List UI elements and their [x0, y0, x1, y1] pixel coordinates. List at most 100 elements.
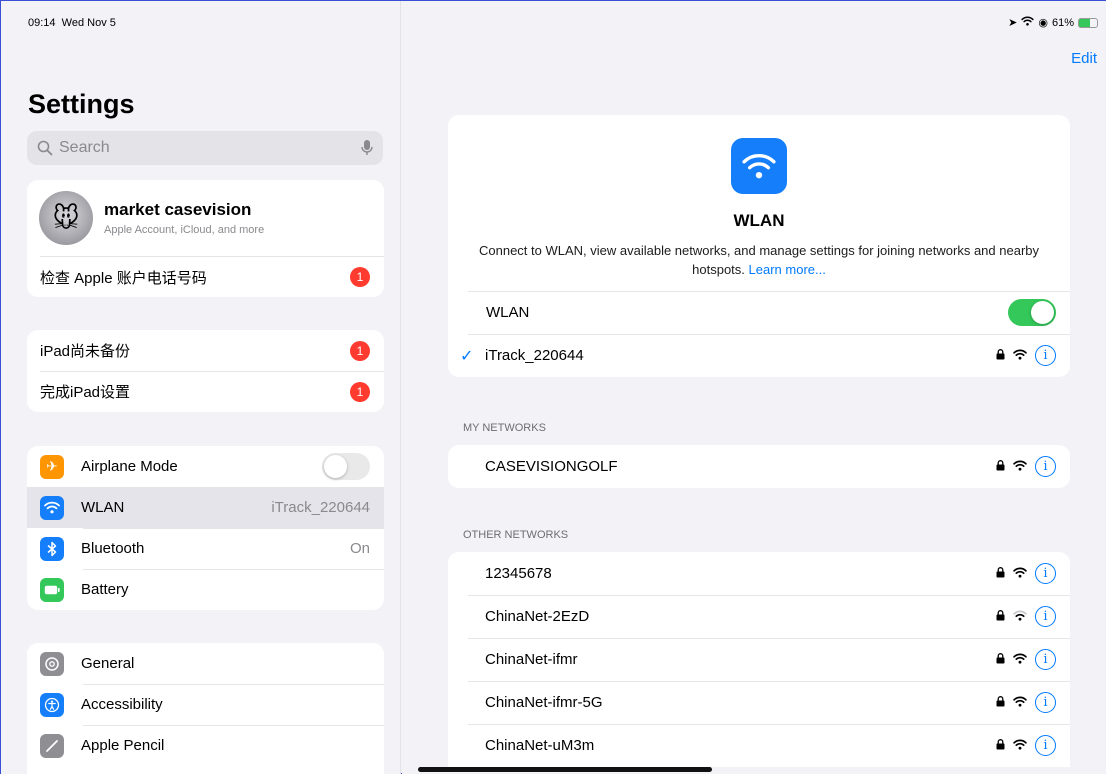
network-icons: i — [996, 692, 1056, 713]
account-name: market casevision — [104, 200, 252, 219]
pencil-icon — [40, 733, 64, 758]
sidebar: 09:14 Wed Nov 5 Settings Search 🐭 market… — [1, 1, 401, 774]
gear-icon — [40, 651, 64, 676]
lock-icon — [996, 737, 1005, 754]
info-icon[interactable]: i — [1035, 456, 1056, 477]
account-alert-row[interactable]: 检查 Apple 账户电话号码 1 — [40, 256, 384, 297]
wifi-signal-icon — [1013, 608, 1027, 625]
airplane-mode-toggle[interactable] — [322, 453, 370, 480]
wlan-hero-description: Connect to WLAN, view available networks… — [462, 241, 1056, 279]
account-alert-label: 检查 Apple 账户电话号码 — [40, 269, 207, 287]
lock-icon — [996, 347, 1005, 364]
alert-label: iPad尚未备份 — [40, 343, 131, 360]
network-name: ChinaNet-ifmr — [485, 651, 578, 668]
wifi-signal-icon — [1013, 565, 1027, 582]
network-icons: i — [996, 606, 1056, 627]
info-icon[interactable]: i — [1035, 649, 1056, 670]
lock-icon — [996, 608, 1005, 625]
connectivity-group: ✈ Airplane Mode WLAN iTrack_220644 Bluet… — [27, 446, 384, 610]
wlan-toggle-row: WLAN — [448, 291, 1070, 334]
network-icons: i — [996, 563, 1056, 584]
wlan-hero-title: WLAN — [733, 211, 785, 230]
connected-network-row[interactable]: ✓ iTrack_220644 i — [448, 334, 1070, 377]
wlan-hero-icon — [731, 138, 787, 194]
info-icon[interactable]: i — [1035, 606, 1056, 627]
lock-icon — [996, 651, 1005, 668]
alert-row-backup[interactable]: iPad尚未备份 1 — [27, 330, 384, 371]
wifi-signal-icon — [1013, 694, 1027, 711]
search-icon — [37, 140, 53, 156]
sidebar-item-value: On — [349, 540, 370, 557]
orientation-lock-icon: ◉ — [1038, 17, 1048, 29]
sidebar-item-label: General — [81, 655, 135, 672]
sidebar-item-label: Bluetooth — [81, 540, 145, 557]
network-row[interactable]: 12345678 i — [448, 552, 1070, 595]
microphone-icon[interactable] — [361, 139, 373, 157]
sidebar-item-apple-pencil[interactable]: Apple Pencil — [27, 725, 384, 766]
battery-status-icon — [1078, 17, 1098, 28]
alert-label: 完成iPad设置 — [40, 384, 131, 401]
wlan-toggle[interactable] — [1008, 299, 1056, 326]
network-icons: i — [996, 735, 1056, 756]
lock-icon — [996, 565, 1005, 582]
status-clock: 09:14 — [28, 17, 56, 29]
wifi-signal-icon — [1013, 347, 1027, 364]
wlan-hero: WLAN Connect to WLAN, view available net… — [448, 115, 1070, 279]
network-row[interactable]: CASEVISIONGOLF i — [448, 445, 1070, 488]
sidebar-item-airplane-mode[interactable]: ✈ Airplane Mode — [27, 446, 384, 487]
info-icon[interactable]: i — [1035, 692, 1056, 713]
sidebar-item-general[interactable]: General — [27, 643, 384, 684]
other-networks-header: OTHER NETWORKS — [463, 529, 569, 541]
wifi-status-icon — [1021, 16, 1035, 29]
avatar: 🐭 — [39, 191, 93, 245]
wlan-toggle-label: WLAN — [486, 304, 530, 321]
network-row[interactable]: ChinaNet-ifmr-5G i — [448, 681, 1070, 724]
airplane-icon: ✈ — [40, 454, 64, 479]
network-name: ChinaNet-ifmr-5G — [485, 694, 603, 711]
battery-percent: 61% — [1051, 16, 1074, 29]
status-date: Wed Nov 5 — [61, 17, 116, 29]
sidebar-item-bluetooth[interactable]: Bluetooth On — [27, 528, 384, 569]
network-name: ChinaNet-2EzD — [485, 608, 590, 625]
wifi-signal-icon — [1013, 651, 1027, 668]
my-networks-header: MY NETWORKS — [463, 422, 546, 434]
sidebar-item-label: Accessibility — [81, 696, 163, 713]
wifi-signal-icon — [1013, 737, 1027, 754]
sidebar-item-wlan[interactable]: WLAN iTrack_220644 — [27, 487, 384, 528]
search-placeholder: Search — [59, 139, 110, 156]
general-group: General Accessibility Apple Pencil — [27, 643, 384, 774]
network-icons: i — [996, 456, 1056, 477]
info-icon[interactable]: i — [1035, 735, 1056, 756]
network-name: ChinaNet-uM3m — [485, 737, 595, 754]
wifi-signal-icon — [1013, 458, 1027, 475]
info-icon[interactable]: i — [1035, 563, 1056, 584]
account-row[interactable]: 🐭 market casevision Apple Account, iClou… — [27, 180, 384, 256]
home-indicator[interactable] — [418, 767, 712, 772]
checkmark-icon: ✓ — [460, 347, 474, 365]
account-subtitle: Apple Account, iCloud, and more — [104, 224, 265, 236]
sidebar-item-accessibility[interactable]: Accessibility — [27, 684, 384, 725]
info-icon[interactable]: i — [1035, 345, 1056, 366]
alert-row-setup[interactable]: 完成iPad设置 1 — [27, 371, 384, 412]
network-icons: i — [996, 345, 1056, 366]
other-networks-card: 12345678 i ChinaNet-2EzD i ChinaNet-ifmr… — [448, 552, 1070, 767]
learn-more-link[interactable]: Learn more... — [749, 262, 826, 277]
network-icons: i — [996, 649, 1056, 670]
sidebar-item-value: iTrack_220644 — [271, 499, 370, 516]
network-row[interactable]: ChinaNet-2EzD i — [448, 595, 1070, 638]
wifi-icon — [40, 495, 64, 520]
sidebar-item-label: WLAN — [81, 499, 125, 516]
network-row[interactable]: ChinaNet-uM3m i — [448, 724, 1070, 767]
search-input[interactable]: Search — [27, 131, 383, 165]
edit-button[interactable]: Edit — [1071, 50, 1097, 67]
wlan-card: WLAN Connect to WLAN, view available net… — [448, 115, 1070, 377]
sidebar-item-battery[interactable]: Battery — [27, 569, 384, 610]
notification-badge: 1 — [350, 340, 370, 361]
status-indicators: ➤ ◉ 61% — [1008, 16, 1098, 29]
location-icon: ➤ — [1008, 17, 1018, 29]
network-row[interactable]: ChinaNet-ifmr i — [448, 638, 1070, 681]
lock-icon — [996, 458, 1005, 475]
detail-pane: ➤ ◉ 61% Edit WLAN Connect to WLAN, view … — [402, 1, 1106, 774]
bluetooth-icon — [40, 536, 64, 561]
page-title: Settings — [28, 89, 135, 119]
